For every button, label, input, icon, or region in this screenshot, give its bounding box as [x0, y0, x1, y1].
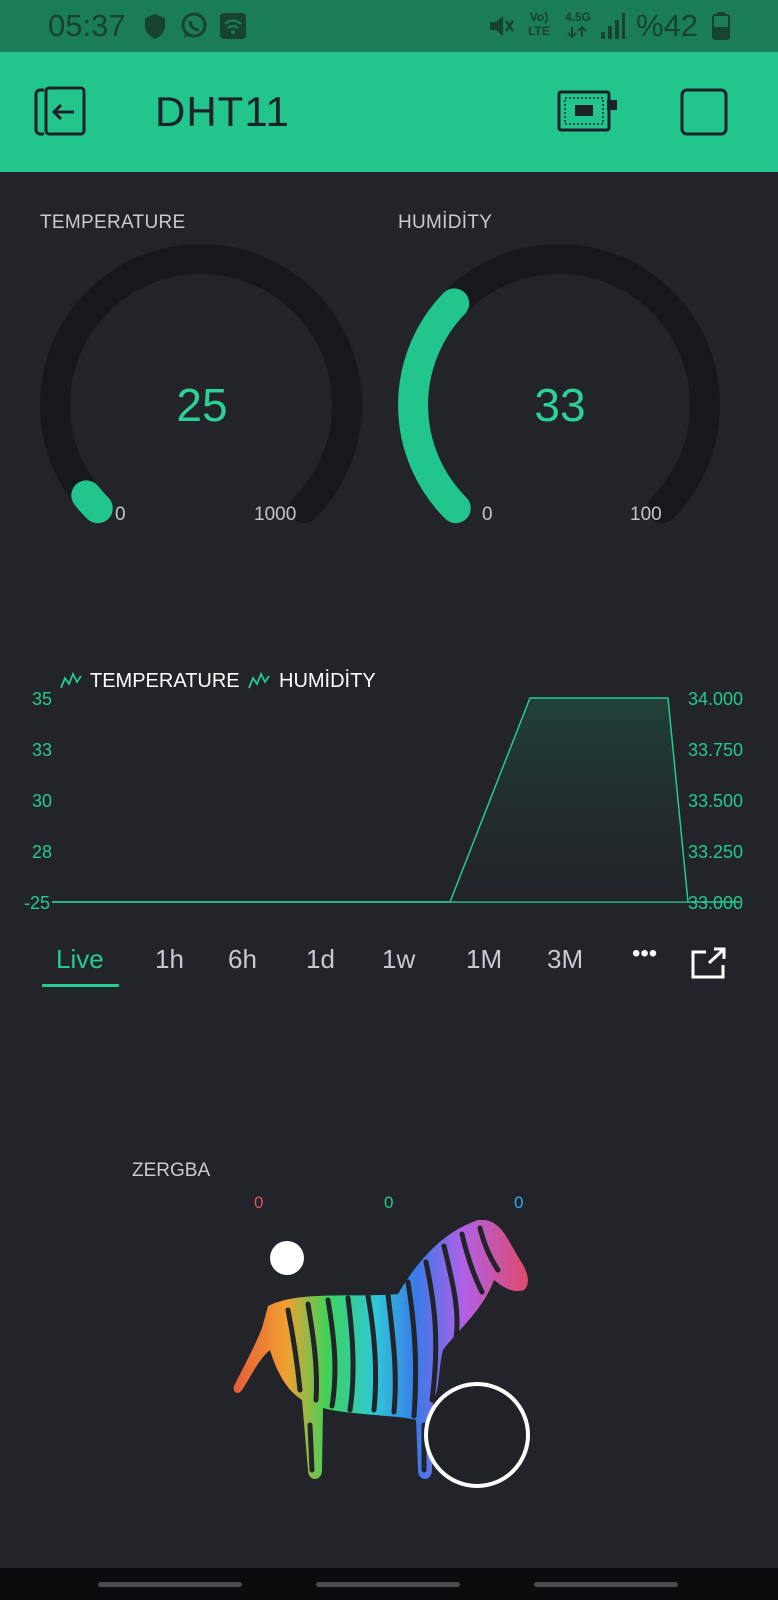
data-arrows-icon — [567, 25, 587, 39]
nav-recents-button[interactable] — [98, 1582, 242, 1587]
tab-3m[interactable]: 3M — [547, 944, 583, 975]
humidity-min: 0 — [482, 504, 493, 525]
y-right-tick-label: 33.250 — [688, 842, 743, 862]
nav-back-button[interactable] — [534, 1582, 678, 1587]
y-right-tick-label: 33.000 — [688, 893, 743, 913]
signal-icon — [601, 13, 625, 39]
tab-1h[interactable]: 1h — [155, 944, 184, 975]
temperature-gauge-label: TEMPERATURE — [40, 212, 186, 233]
chart-legend-icon — [248, 672, 270, 689]
temperature-min: 0 — [115, 504, 126, 525]
color-picker-handle[interactable] — [270, 1241, 304, 1275]
tab-1w[interactable]: 1w — [382, 944, 415, 975]
tab-live[interactable]: Live — [56, 944, 104, 975]
lte-indicator: Vo) LTE — [528, 10, 550, 38]
temperature-value: 25 — [176, 379, 228, 431]
more-options-button[interactable]: ••• — [632, 940, 657, 968]
battery-icon — [712, 12, 730, 40]
y-left-tick-label: -25 — [24, 893, 50, 913]
humidity-gauge-label: HUMİDİTY — [398, 212, 493, 233]
active-tab-indicator — [42, 984, 119, 987]
app-bar: DHT11 — [0, 52, 778, 172]
zergba-green-value: 0 — [384, 1193, 394, 1212]
whatsapp-icon — [181, 12, 207, 38]
zergba-red-value: 0 — [254, 1193, 264, 1212]
zergba-label: ZERGBA — [132, 1160, 211, 1181]
tab-6h[interactable]: 6h — [228, 944, 257, 975]
brightness-knob[interactable] — [424, 1382, 530, 1488]
zergba-blue-value: 0 — [514, 1193, 524, 1212]
status-time: 05:37 — [48, 8, 126, 43]
gauge-fill — [71, 480, 113, 524]
page-title: DHT11 — [155, 88, 290, 135]
device-board-icon[interactable] — [557, 90, 619, 132]
humidity-value: 33 — [534, 379, 586, 431]
fullscreen-expand-icon[interactable] — [690, 946, 728, 980]
tab-1d[interactable]: 1d — [306, 944, 335, 975]
wifi-icon — [220, 13, 246, 39]
gauge-fill — [398, 288, 471, 524]
mute-icon — [490, 16, 515, 36]
status-bar: 05:37 Vo) LTE 4.5G %42 — [0, 0, 778, 52]
y-right-tick-label: 33.750 — [688, 740, 743, 760]
live-chart: 35 33 30 28 -25 34.000 33.750 33.500 33.250 33.0… — [24, 690, 743, 913]
humidity-series-area — [52, 698, 688, 902]
y-left-tick-label: 35 — [32, 690, 52, 709]
nav-home-button[interactable] — [316, 1582, 460, 1587]
chart-legend-icon — [60, 672, 82, 689]
exit-icon[interactable] — [34, 86, 88, 138]
battery-percent: %42 — [636, 8, 699, 43]
network-45g-indicator: 4.5G — [565, 10, 592, 24]
y-right-tick-label: 34.000 — [688, 690, 743, 709]
y-left-tick-label: 30 — [32, 791, 52, 811]
stop-icon[interactable] — [680, 88, 728, 136]
time-range-tabs: Live 1h 6h 1d 1w 1M 3M ••• — [0, 940, 778, 1000]
y-left-tick-label: 33 — [32, 740, 52, 760]
y-right-tick-label: 33.500 — [688, 791, 743, 811]
temperature-max: 1000 — [254, 504, 297, 525]
shield-icon — [145, 14, 165, 39]
humidity-max: 100 — [630, 504, 662, 525]
tab-1m[interactable]: 1M — [466, 944, 502, 975]
y-left-tick-label: 28 — [32, 842, 52, 862]
